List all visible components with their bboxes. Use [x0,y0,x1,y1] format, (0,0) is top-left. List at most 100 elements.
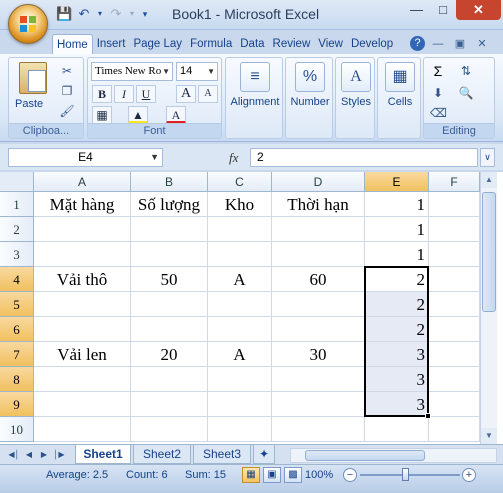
zoom-in-icon[interactable]: + [462,468,476,482]
page-layout-view-icon[interactable]: ▣ [263,467,281,483]
cell-c4[interactable]: A [208,267,272,292]
undo-icon[interactable]: ↶ [76,6,92,22]
horizontal-scrollbar[interactable] [290,448,497,463]
expand-formula-bar-icon[interactable]: ∨ [480,148,495,167]
cell-a9[interactable] [34,392,131,417]
cell-c10[interactable] [208,417,272,442]
grow-font-button[interactable]: A [176,85,196,103]
tab-home[interactable]: Home [52,34,93,54]
bold-button[interactable]: B [92,85,112,103]
worksheet-grid[interactable]: A B C D E F 1 Mặt hàng Số lượng Kho Thời hạn 1 2 1 3 1 4… [0,172,503,444]
cell-c8[interactable] [208,367,272,392]
last-sheet-icon[interactable]: │▶ [53,448,65,462]
clear-icon[interactable]: ⌫ [430,106,447,120]
zoom-out-icon[interactable]: − [343,468,357,482]
row-header-8[interactable]: 8 [0,367,34,392]
tab-formulas[interactable]: Formula [186,34,236,54]
normal-view-icon[interactable]: ▦ [242,467,260,483]
office-button[interactable] [8,4,48,44]
zoom-level[interactable]: 100% [305,469,333,481]
cell-e7[interactable]: 3 [365,342,429,367]
cell-f4[interactable] [429,267,480,292]
paste-icon[interactable] [19,62,47,94]
cell-c7[interactable]: A [208,342,272,367]
tab-insert[interactable]: Insert [93,34,130,54]
cell-d3[interactable] [272,242,365,267]
row-header-9[interactable]: 9 [0,392,34,417]
cell-f9[interactable] [429,392,480,417]
fill-handle[interactable] [425,413,431,419]
underline-button[interactable]: U [136,85,156,103]
cell-f3[interactable] [429,242,480,267]
cell-e5[interactable]: 2 [365,292,429,317]
tab-review[interactable]: Review [269,34,315,54]
column-header-e[interactable]: E [365,172,429,192]
cell-f1[interactable] [429,192,480,217]
cell-a8[interactable] [34,367,131,392]
number-button[interactable]: % Number [286,62,334,108]
font-size-select[interactable]: 14 ▼ [176,62,218,81]
sheet-tab-sheet2[interactable]: Sheet2 [133,445,191,464]
cell-b6[interactable] [131,317,208,342]
cell-d5[interactable] [272,292,365,317]
copy-icon[interactable]: ❐ [59,84,75,98]
ribbon-restore-icon[interactable]: ▣ [451,36,469,52]
styles-button[interactable]: A Styles [336,62,376,108]
cell-f2[interactable] [429,217,480,242]
cell-e9[interactable]: 3 [365,392,429,417]
vertical-scroll-thumb[interactable] [482,192,496,312]
maximize-button[interactable]: □ [430,0,456,20]
shrink-font-button[interactable]: A [198,85,218,103]
cell-f6[interactable] [429,317,480,342]
insert-function-icon[interactable]: fx [229,150,238,166]
cell-c9[interactable] [208,392,272,417]
tab-data[interactable]: Data [236,34,268,54]
zoom-slider-thumb[interactable] [402,468,409,481]
column-header-a[interactable]: A [34,172,131,192]
redo-dropdown-icon[interactable]: ▾ [128,6,136,22]
formula-input[interactable]: 2 [250,148,478,167]
cell-d6[interactable] [272,317,365,342]
number-group[interactable]: % Number [285,57,333,139]
cell-c2[interactable] [208,217,272,242]
row-header-3[interactable]: 3 [0,242,34,267]
row-header-4[interactable]: 4 [0,267,34,292]
cell-c6[interactable] [208,317,272,342]
cell-d1[interactable]: Thời hạn [272,192,365,217]
sheet-tab-sheet1[interactable]: Sheet1 [75,445,131,464]
cell-f5[interactable] [429,292,480,317]
column-header-d[interactable]: D [272,172,365,192]
styles-group[interactable]: A Styles [335,57,375,139]
sort-filter-icon[interactable]: ⇅ [458,64,474,78]
borders-icon[interactable]: ▦ [92,106,112,124]
cell-a5[interactable] [34,292,131,317]
cell-c5[interactable] [208,292,272,317]
cut-icon[interactable]: ✂ [59,64,75,78]
name-box[interactable]: E4 ▼ [8,148,163,167]
row-header-10[interactable]: 10 [0,417,34,442]
cell-e4[interactable]: 2 [365,267,429,292]
cell-d2[interactable] [272,217,365,242]
cell-d7[interactable]: 30 [272,342,365,367]
cell-b5[interactable] [131,292,208,317]
scroll-up-icon[interactable]: ▲ [481,172,497,188]
cell-b7[interactable]: 20 [131,342,208,367]
cell-e8[interactable]: 3 [365,367,429,392]
close-button[interactable]: ✕ [456,0,501,20]
help-icon[interactable]: ? [410,36,425,51]
alignment-group[interactable]: ≡ Alignment [225,57,283,139]
cell-f8[interactable] [429,367,480,392]
row-header-1[interactable]: 1 [0,192,34,217]
italic-button[interactable]: I [114,85,134,103]
horizontal-scroll-thumb[interactable] [305,450,425,461]
font-color-icon[interactable]: A [166,106,186,124]
paste-button-label[interactable]: Paste [15,98,43,110]
minimize-button[interactable]: — [403,0,430,20]
cell-b3[interactable] [131,242,208,267]
cell-a10[interactable] [34,417,131,442]
zoom-slider-track[interactable] [360,474,460,476]
cell-c1[interactable]: Kho [208,192,272,217]
cell-d10[interactable] [272,417,365,442]
cell-d9[interactable] [272,392,365,417]
fill-down-icon[interactable]: ⬇ [430,86,446,100]
